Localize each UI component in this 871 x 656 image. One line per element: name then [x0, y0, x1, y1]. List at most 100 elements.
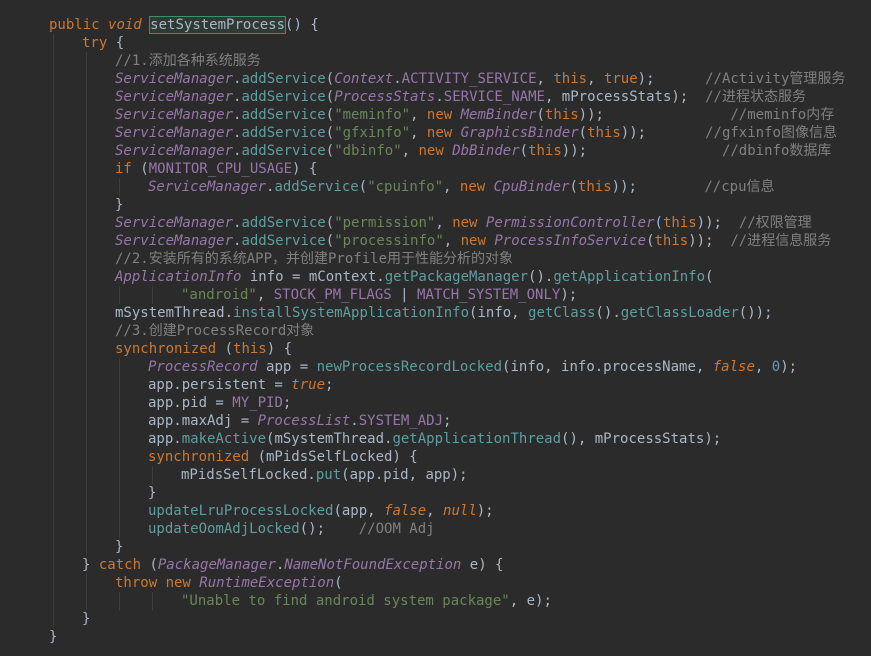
code-token: ProcessList: [257, 413, 351, 429]
code-token: addService: [241, 143, 326, 159]
indent-guide: [53, 124, 54, 142]
code-token: ProcessStats: [334, 89, 436, 105]
code-line[interactable]: ApplicationInfo info = mContext.getPacka…: [0, 268, 871, 286]
code-token: (: [325, 125, 335, 141]
code-token: |: [391, 287, 418, 303]
code-line[interactable]: }: [0, 628, 871, 646]
code-line[interactable]: public void setSystemProcess() {: [0, 16, 871, 34]
code-line[interactable]: mPidsSelfLocked.put(app.pid, app);: [0, 466, 871, 484]
indent-guide: [119, 466, 120, 484]
code-token: try: [82, 35, 116, 51]
code-line[interactable]: throw new RuntimeException(: [0, 574, 871, 592]
code-line[interactable]: ServiceManager.addService("processinfo",…: [0, 232, 871, 250]
code-token: addService: [274, 179, 359, 195]
code-token: catch: [98, 557, 150, 573]
indent-guide: [53, 160, 54, 178]
indent-guide: [119, 394, 120, 412]
code-line[interactable]: try {: [0, 34, 871, 52]
code-token: );: [637, 71, 706, 87]
code-line[interactable]: ServiceManager.addService("dbinfo", new …: [0, 142, 871, 160]
code-token: installSystemApplicationInfo: [233, 305, 470, 321]
indent-guide: [86, 178, 87, 196]
code-token: ACTIVITY_SERVICE: [401, 71, 537, 87]
code-line[interactable]: mSystemThread.installSystemApplicationIn…: [0, 304, 871, 322]
code-token: addService: [241, 233, 326, 249]
code-token: MemBinder: [460, 107, 537, 123]
code-token: app.maxAdj =: [148, 413, 258, 429]
code-token: (: [654, 215, 663, 231]
code-line[interactable]: synchronized (this) {: [0, 340, 871, 358]
code-token: this: [662, 215, 697, 231]
code-line[interactable]: ServiceManager.addService("gfxinfo", new…: [0, 124, 871, 142]
code-line[interactable]: }: [0, 538, 871, 556]
code-line[interactable]: synchronized (mPidsSelfLocked) {: [0, 448, 871, 466]
indent-guide: [53, 610, 54, 628]
code-line[interactable]: ServiceManager.addService("cpuinfo", new…: [0, 178, 871, 196]
code-token: "cpuinfo": [367, 179, 444, 195]
code-token: );: [560, 287, 578, 303]
code-token: addService: [241, 125, 326, 141]
code-line[interactable]: "android", STOCK_PM_FLAGS | MATCH_SYSTEM…: [0, 286, 871, 304]
indent-guide: [119, 448, 120, 466]
code-token: (: [705, 269, 714, 285]
code-line[interactable]: } catch (PackageManager.NameNotFoundExce…: [0, 556, 871, 574]
indent-guide: [53, 520, 54, 538]
code-line[interactable]: app.makeActive(mSystemThread.getApplicat…: [0, 430, 871, 448]
code-line[interactable]: }: [0, 610, 871, 628]
indent-guide: [86, 268, 87, 286]
indent-guide: [53, 34, 54, 52]
code-token: (app,: [333, 503, 385, 519]
indent-guide: [86, 214, 87, 232]
code-line[interactable]: //3.创建ProcessRecord对象: [0, 322, 871, 340]
code-line[interactable]: //2.安装所有的系统APP，并创建Profile用于性能分析的对象: [0, 250, 871, 268]
code-token: ServiceManager: [115, 233, 234, 249]
code-line[interactable]: app.maxAdj = ProcessList.SYSTEM_ADJ;: [0, 412, 871, 430]
code-line[interactable]: "Unable to find android system package",…: [0, 592, 871, 610]
code-line[interactable]: app.persistent = true;: [0, 376, 871, 394]
code-token: ;: [443, 413, 452, 429]
indent-guide: [86, 52, 87, 70]
code-line[interactable]: if (MONITOR_CPU_USAGE) {: [0, 160, 871, 178]
code-token: GraphicsBinder: [460, 125, 579, 141]
code-line[interactable]: }: [0, 196, 871, 214]
code-line[interactable]: //1.添加各种系统服务: [0, 52, 871, 70]
code-line[interactable]: app.pid = MY_PID;: [0, 394, 871, 412]
code-line[interactable]: updateLruProcessLocked(app, false, null)…: [0, 502, 871, 520]
indent-guide: [86, 196, 87, 214]
code-line[interactable]: }: [0, 484, 871, 502]
code-line[interactable]: ServiceManager.addService(ProcessStats.S…: [0, 88, 871, 106]
code-token: newProcessRecordLocked: [316, 359, 503, 375]
code-token: (: [149, 557, 158, 573]
code-line[interactable]: ProcessRecord app = newProcessRecordLock…: [0, 358, 871, 376]
indent-guide: [53, 196, 54, 214]
code-token: new: [426, 107, 461, 123]
indent-guide: [86, 484, 87, 502]
code-token: "processinfo": [334, 233, 444, 249]
code-token: ,: [536, 71, 554, 87]
indent-guide: [86, 106, 87, 124]
code-token: //3.创建ProcessRecord对象: [115, 323, 315, 339]
code-line[interactable]: ServiceManager.addService(Context.ACTIVI…: [0, 70, 871, 88]
code-token: getApplicationThread: [392, 431, 562, 447]
code-token: (: [325, 89, 335, 105]
code-editor[interactable]: public void setSystemProcess() {try {//1…: [0, 16, 871, 646]
code-line[interactable]: ServiceManager.addService("meminfo", new…: [0, 106, 871, 124]
code-token: (: [325, 107, 335, 123]
code-token: (: [325, 215, 335, 231]
code-token: ().: [528, 269, 554, 285]
indent-guide: [53, 232, 54, 250]
code-token: RuntimeException: [199, 575, 335, 591]
code-token: if: [115, 161, 141, 177]
code-token: ));: [611, 179, 705, 195]
code-line[interactable]: ServiceManager.addService("permission", …: [0, 214, 871, 232]
indent-guide: [119, 358, 120, 376]
code-line[interactable]: updateOomAdjLocked(); //OOM Adj: [0, 520, 871, 538]
indent-guide: [53, 268, 54, 286]
code-token: public: [49, 17, 109, 33]
code-token: ,: [443, 233, 461, 249]
indent-guide: [53, 412, 54, 430]
code-token: //2.安装所有的系统APP，并创建Profile用于性能分析的对象: [115, 251, 514, 267]
code-token: () {: [285, 17, 319, 33]
indent-guide: [53, 340, 54, 358]
code-token: .: [393, 71, 402, 87]
